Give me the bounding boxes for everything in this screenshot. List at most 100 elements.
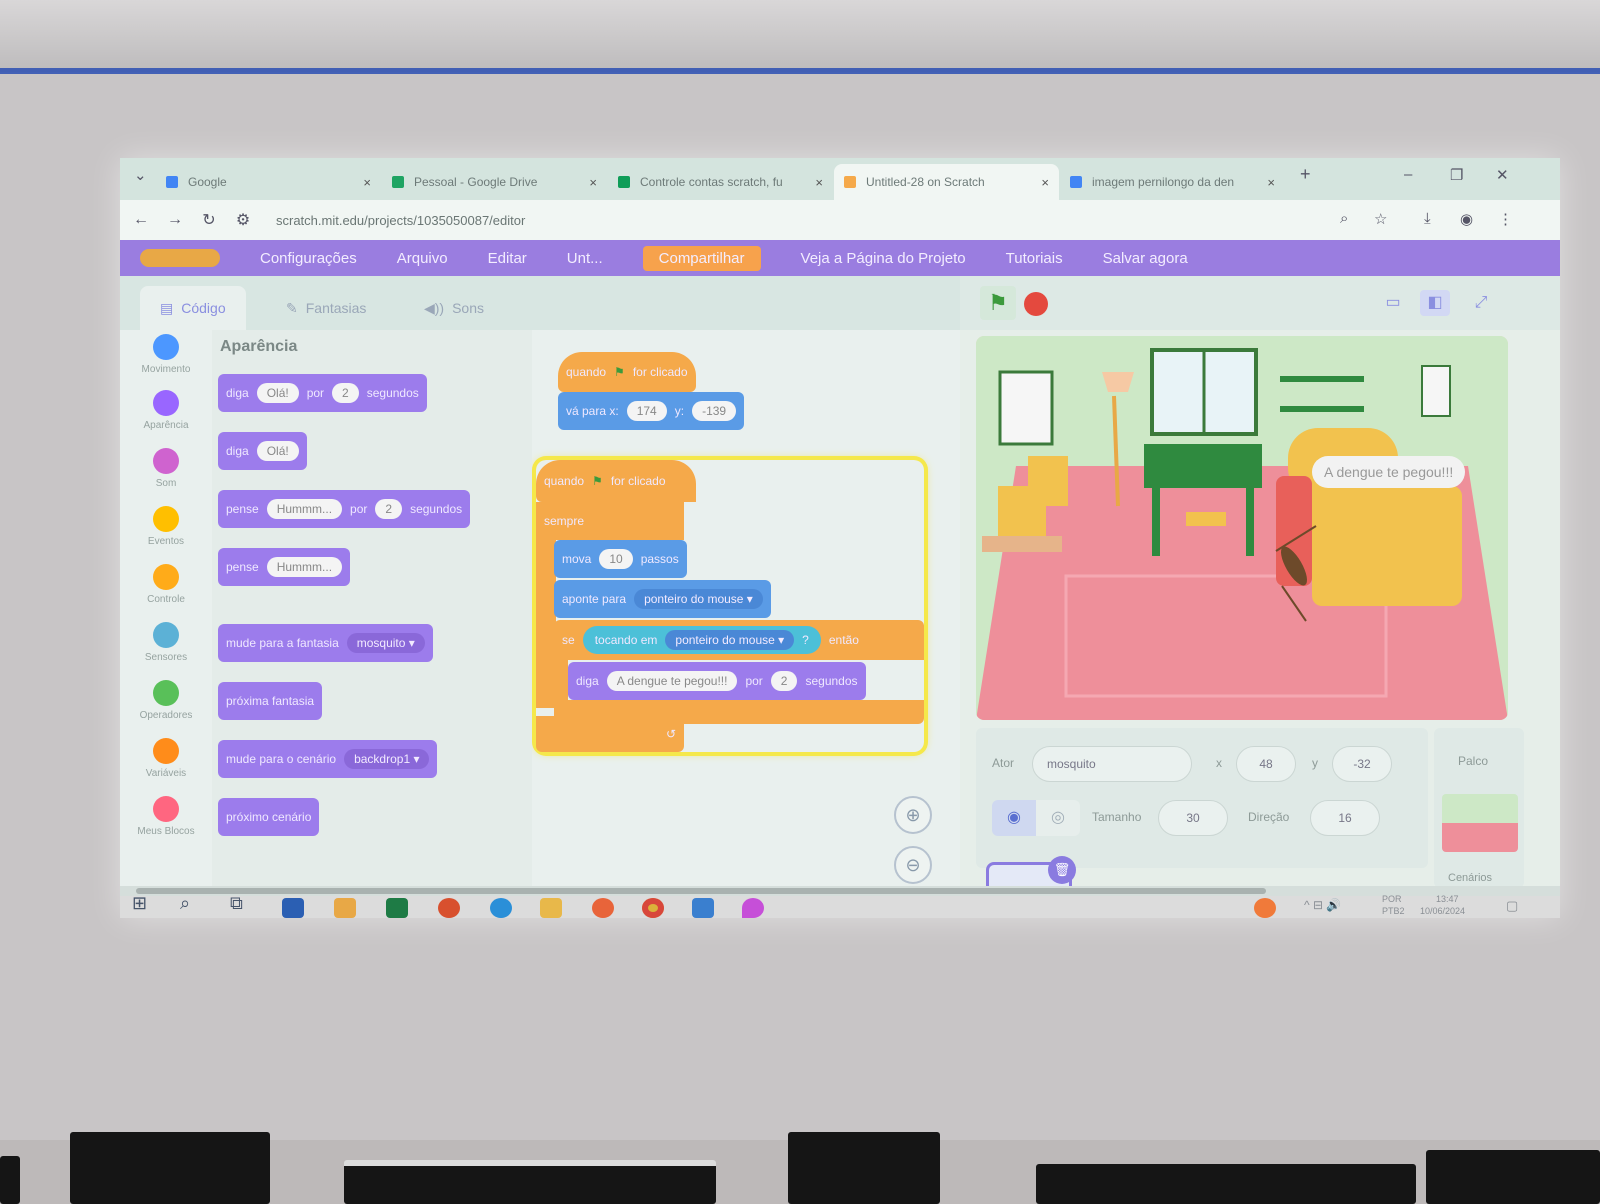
category-looks[interactable]: Aparência (120, 390, 212, 431)
close-icon[interactable]: × (1267, 175, 1275, 190)
stage-selector[interactable]: Palco Cenários (1434, 728, 1524, 888)
profile-avatar-icon[interactable]: ◉ (1460, 210, 1473, 228)
block-point-towards[interactable]: aponte para ponteiro do mouse ▾ (554, 580, 771, 618)
block-next-costume[interactable]: próxima fantasia (218, 682, 323, 720)
horizontal-scrollbar[interactable] (120, 886, 1560, 896)
green-flag-button[interactable]: ⚑ (980, 286, 1016, 320)
sprite-direction-input[interactable]: 16 (1310, 800, 1380, 836)
tutorials-link[interactable]: Tutoriais (1006, 250, 1063, 267)
close-icon[interactable]: × (589, 175, 597, 190)
tab-search-icon[interactable]: ⌄ (134, 166, 147, 184)
kebab-menu-icon[interactable]: ⋮ (1498, 210, 1513, 228)
block-if-then[interactable]: se tocando em ponteiro do mouse ▾ ? entã… (554, 620, 924, 660)
zoom-out-button[interactable]: ⊖ (894, 846, 932, 884)
block-think-for-secs[interactable]: pense Hummm... por 2 segundos (218, 490, 471, 528)
minimize-icon[interactable]: – (1404, 166, 1412, 183)
hide-sprite-toggle[interactable]: ◎ (1036, 800, 1080, 836)
forward-icon[interactable]: → (162, 211, 188, 229)
close-icon[interactable]: × (1041, 175, 1049, 190)
category-operators[interactable]: Operadores (120, 680, 212, 721)
hat-when-flag-clicked[interactable]: quando ⚑ for clicado (558, 352, 696, 392)
block-think[interactable]: pense Hummm... (218, 548, 351, 586)
costume-dropdown[interactable]: mosquito ▾ (346, 633, 425, 653)
category-motion[interactable]: Movimento (120, 334, 212, 375)
firefox-icon[interactable] (592, 898, 614, 918)
search-icon[interactable]: ⌕ (180, 893, 190, 914)
paint-icon[interactable] (742, 898, 764, 918)
edge-icon[interactable] (490, 898, 512, 918)
back-icon[interactable]: ← (128, 211, 154, 229)
save-now-link[interactable]: Salvar agora (1103, 250, 1188, 267)
reload-icon[interactable]: ↻ (196, 210, 222, 230)
tab-costumes[interactable]: ✎ Fantasias (266, 286, 386, 330)
block-forever[interactable]: sempre (536, 502, 684, 540)
touching-target-dropdown[interactable]: ponteiro do mouse ▾ (665, 630, 795, 650)
block-say-for-secs[interactable]: diga Olá! por 2 segundos (218, 374, 427, 412)
tab-sheets[interactable]: Controle contas scratch, fu × (608, 164, 833, 200)
edit-menu[interactable]: Editar (488, 250, 527, 267)
close-icon[interactable]: × (815, 175, 823, 190)
tab-google[interactable]: Google × (156, 164, 381, 200)
delete-sprite-icon[interactable]: 🗑 (1048, 856, 1076, 884)
word-icon[interactable] (282, 898, 304, 918)
task-view-icon[interactable]: ⧉ (230, 893, 243, 914)
tab-code[interactable]: ▤ Código (140, 286, 246, 330)
small-stage-icon[interactable]: ▭ (1378, 290, 1408, 316)
clock-date[interactable]: 10/06/2024 (1420, 906, 1465, 916)
new-tab-button[interactable]: + (1300, 164, 1311, 185)
category-control[interactable]: Controle (120, 564, 212, 605)
clock-time[interactable]: 13:47 (1436, 894, 1459, 904)
block-go-to-xy[interactable]: vá para x: 174 y: -139 (558, 392, 745, 430)
zoom-search-icon[interactable]: ⌕ (1340, 210, 1348, 227)
block-switch-backdrop[interactable]: mude para o cenário backdrop1 ▾ (218, 740, 438, 778)
keyboard-layout[interactable]: PTB2 (1382, 906, 1405, 916)
bookmark-star-icon[interactable]: ☆ (1374, 210, 1387, 228)
category-sensing[interactable]: Sensores (120, 622, 212, 663)
zoom-in-button[interactable]: ⊕ (894, 796, 932, 834)
sprite-x-input[interactable]: 48 (1236, 746, 1296, 782)
stage[interactable]: A dengue te pegou!!! (976, 336, 1508, 720)
hat-when-flag-clicked[interactable]: quando ⚑ for clicado (536, 460, 696, 502)
block-next-backdrop[interactable]: próximo cenário (218, 798, 320, 836)
scratch-logo[interactable] (140, 249, 220, 267)
site-settings-icon[interactable]: ⚙ (230, 210, 256, 230)
tab-drive[interactable]: Pessoal - Google Drive × (382, 164, 607, 200)
fullscreen-icon[interactable]: ⤢ (1466, 290, 1496, 316)
windows-start-icon[interactable]: ⊞ (132, 893, 147, 914)
weather-icon[interactable] (1254, 898, 1276, 918)
sprite-size-input[interactable]: 30 (1158, 800, 1228, 836)
block-say-for-secs[interactable]: diga A dengue te pegou!!! por 2 segundos (568, 662, 866, 700)
chrome-icon[interactable] (642, 898, 664, 918)
sprite-name-input[interactable]: mosquito (1032, 746, 1192, 782)
point-target-dropdown[interactable]: ponteiro do mouse ▾ (634, 589, 763, 609)
url-field[interactable]: scratch.mit.edu/projects/1035050087/edit… (276, 213, 525, 228)
close-icon[interactable]: × (363, 175, 371, 190)
backdrop-dropdown[interactable]: backdrop1 ▾ (344, 749, 430, 769)
block-switch-costume[interactable]: mude para a fantasia mosquito ▾ (218, 624, 433, 662)
tab-images[interactable]: imagem pernilongo da den × (1060, 164, 1285, 200)
scrollbar-thumb[interactable] (136, 888, 1266, 894)
file-menu[interactable]: Arquivo (397, 250, 448, 267)
category-my-blocks[interactable]: Meus Blocos (120, 796, 212, 837)
category-sound[interactable]: Som (120, 448, 212, 489)
category-events[interactable]: Eventos (120, 506, 212, 547)
normal-stage-icon[interactable]: ◧ (1420, 290, 1450, 316)
project-page-link[interactable]: Veja a Página do Projeto (801, 250, 966, 267)
file-explorer-icon[interactable] (540, 898, 562, 918)
window-close-icon[interactable]: ✕ (1496, 166, 1509, 184)
tray-arrow-icon[interactable]: ^ ⊟ 🔊 (1304, 898, 1341, 912)
block-move-steps[interactable]: mova 10 passos (554, 540, 687, 578)
show-sprite-toggle[interactable]: ◉ (992, 800, 1036, 836)
tab-sounds[interactable]: ◀)) Sons (404, 286, 504, 330)
excel-icon[interactable] (386, 898, 408, 918)
sprite-y-input[interactable]: -32 (1332, 746, 1392, 782)
notifications-icon[interactable]: ▢ (1506, 898, 1518, 914)
block-say[interactable]: diga Olá! (218, 432, 307, 470)
keyboard-language[interactable]: POR (1382, 894, 1402, 904)
stop-button[interactable] (1024, 292, 1048, 316)
maximize-icon[interactable]: ❐ (1450, 166, 1463, 184)
category-variables[interactable]: Variáveis (120, 738, 212, 779)
settings-menu[interactable]: Configurações (260, 250, 357, 267)
project-title-field[interactable]: Unt... (567, 250, 603, 267)
mail-icon[interactable] (692, 898, 714, 918)
